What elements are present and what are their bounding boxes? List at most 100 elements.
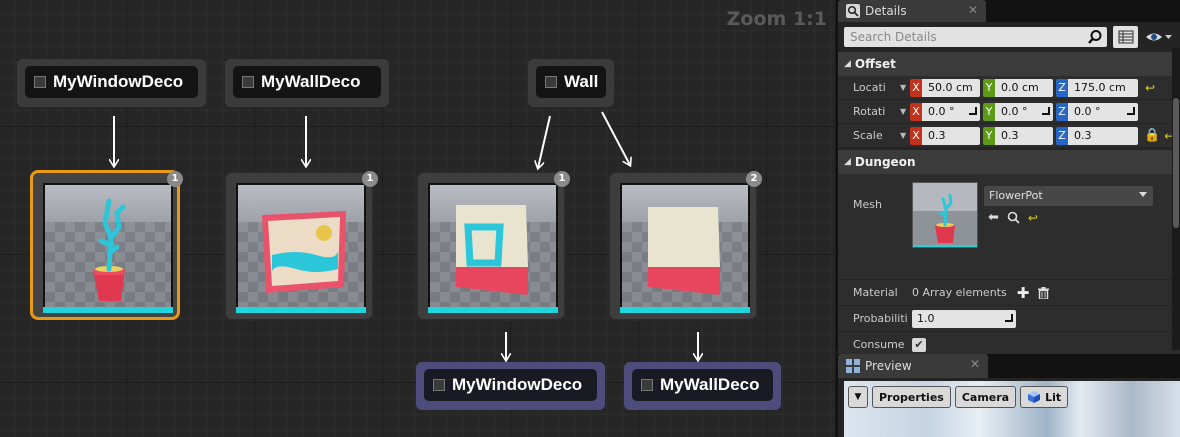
rotation-z-value: 0.0 ° [1074, 104, 1101, 118]
marker-node-wall[interactable]: Wall [528, 59, 614, 107]
location-x-field[interactable]: 50.0 cm [922, 78, 980, 97]
collapse-arrow-icon: ◢ [844, 157, 851, 167]
axis-z-label: Z [1056, 126, 1068, 145]
section-title: Dungeon [854, 155, 916, 169]
marker-label: Wall [564, 72, 599, 91]
details-panel: Details ✕ Search Details ◢ Offset Locati… [836, 0, 1180, 358]
search-details-input[interactable]: Search Details [844, 27, 1107, 47]
property-matrix-button[interactable] [1112, 26, 1139, 48]
scale-z-field[interactable]: 0.3 [1068, 126, 1138, 145]
wire-wall-to-window [538, 115, 551, 168]
rotation-x-field[interactable]: 0.0 ° [922, 102, 980, 121]
marker-inner: MyWallDeco [632, 369, 773, 401]
view-options-button[interactable] [1144, 26, 1174, 48]
marker-emitter-mywalldeco[interactable]: MyWallDeco [624, 362, 781, 410]
visual-node-flowerpot[interactable]: 1 [30, 170, 183, 320]
scale-x-field[interactable]: 0.3 [922, 126, 980, 145]
rotation-label: Rotati [853, 105, 886, 118]
node-count-badge: 2 [746, 171, 762, 187]
rotation-y-field[interactable]: 0.0 ° [995, 102, 1053, 121]
node-count-badge: 1 [362, 171, 378, 187]
axis-y-label: Y [983, 78, 995, 97]
chevron-down-icon: ▼ [854, 392, 862, 402]
node-thumbnail [43, 183, 173, 313]
drag-handle-icon[interactable] [1127, 106, 1135, 115]
properties-button[interactable]: Properties [872, 386, 951, 408]
grid-icon [1118, 30, 1134, 44]
browse-icon[interactable] [1007, 211, 1020, 224]
axis-x-label: X [910, 126, 922, 145]
preview-tabbar: Preview ✕ [838, 354, 1180, 378]
marker-node-mywalldeco[interactable]: MyWallDeco [225, 59, 389, 107]
chevron-down-icon[interactable]: ▼ [900, 83, 910, 92]
probability-field[interactable]: 1.0 [912, 309, 1016, 328]
lit-cube-icon [1028, 391, 1041, 403]
flower-pot-icon [93, 198, 126, 301]
reset-to-default-icon[interactable]: ↩ [1028, 211, 1038, 225]
theme-graph-canvas[interactable]: Zoom 1:1 MyWindowDeco MyWallDeco Wall 1 … [0, 0, 835, 437]
details-scrollbar[interactable] [1172, 48, 1180, 350]
lit-button[interactable]: Lit [1020, 386, 1069, 408]
viewport-options-button[interactable]: ▼ [848, 386, 868, 408]
location-label: Locati [853, 81, 886, 94]
marker-inner: MyWindowDeco [25, 66, 198, 98]
marker-label: MyWindowDeco [53, 72, 184, 91]
section-offset[interactable]: ◢ Offset [838, 52, 1180, 76]
node-thumbnail [236, 183, 366, 313]
camera-button[interactable]: Camera [954, 386, 1017, 408]
close-icon[interactable]: ✕ [970, 357, 980, 371]
mesh-label: Mesh [853, 198, 882, 211]
material-row: Material 0 Array elements ✚ [838, 280, 1180, 306]
location-y-field[interactable]: 0.0 cm [995, 78, 1053, 97]
rotation-z-field[interactable]: 0.0 ° [1068, 102, 1138, 121]
mesh-asset-dropdown[interactable]: FlowerPot [984, 186, 1153, 206]
painting-icon [262, 211, 346, 293]
add-element-icon[interactable]: ✚ [1017, 284, 1030, 302]
trash-icon[interactable] [1038, 286, 1050, 299]
location-z-field[interactable]: 175.0 cm [1068, 78, 1138, 97]
visual-node-window-wall[interactable]: 1 [416, 171, 570, 321]
search-row: Search Details [838, 24, 1180, 50]
search-icon[interactable] [1087, 29, 1103, 45]
probability-value: 1.0 [917, 311, 935, 325]
probability-label: Probabiliti [853, 312, 908, 325]
pin-icon [433, 379, 445, 391]
reset-to-default-icon[interactable]: ↩ [1145, 81, 1155, 95]
preview-viewport[interactable]: ▼ Properties Camera Lit [844, 381, 1180, 437]
node-thumbnail [428, 183, 558, 313]
chevron-down-icon[interactable]: ▼ [900, 107, 910, 116]
visual-node-painting[interactable]: 1 [224, 171, 378, 321]
drag-handle-icon[interactable] [1042, 106, 1050, 115]
scale-y-field[interactable]: 0.3 [995, 126, 1053, 145]
rotation-y-value: 0.0 ° [1001, 104, 1028, 118]
section-dungeon[interactable]: ◢ Dungeon [838, 150, 1180, 174]
wire-wall-to-plainwall [601, 111, 630, 165]
consume-label: Consume [853, 338, 905, 351]
scrollbar-thumb[interactable] [1173, 98, 1179, 228]
node-thumbnail [620, 183, 750, 313]
mesh-thumbnail[interactable] [912, 182, 978, 248]
marker-label: MyWallDeco [660, 375, 760, 394]
tab-preview[interactable]: Preview ✕ [838, 354, 988, 378]
axis-z-label: Z [1056, 102, 1068, 121]
viewport-icon [846, 359, 860, 373]
lock-icon[interactable]: 🔒 [1144, 128, 1160, 143]
close-icon[interactable]: ✕ [968, 3, 978, 17]
marker-emitter-mywindowdeco[interactable]: MyWindowDeco [416, 362, 605, 410]
visual-node-plain-wall[interactable]: 2 [608, 171, 762, 321]
editor-root: Zoom 1:1 MyWindowDeco MyWallDeco Wall 1 … [0, 0, 1180, 437]
chevron-down-icon [1139, 192, 1147, 197]
details-tab-label: Details [865, 4, 907, 18]
consume-checkbox[interactable]: ✔ [912, 337, 926, 352]
details-tabbar: Details ✕ [838, 0, 1180, 22]
material-label: Material [853, 286, 898, 299]
use-selected-icon[interactable]: ⬅ [988, 210, 999, 225]
marker-node-mywindowdeco[interactable]: MyWindowDeco [17, 59, 206, 107]
tab-details[interactable]: Details ✕ [838, 0, 986, 22]
chevron-down-icon[interactable]: ▼ [900, 131, 910, 140]
marker-inner: MyWallDeco [233, 66, 381, 98]
section-title: Offset [854, 57, 896, 71]
drag-handle-icon[interactable] [1005, 313, 1013, 322]
rotation-row: Rotati ▼ X 0.0 ° Y 0.0 ° Z 0.0 ° [838, 100, 1180, 124]
drag-handle-icon[interactable] [969, 106, 977, 115]
